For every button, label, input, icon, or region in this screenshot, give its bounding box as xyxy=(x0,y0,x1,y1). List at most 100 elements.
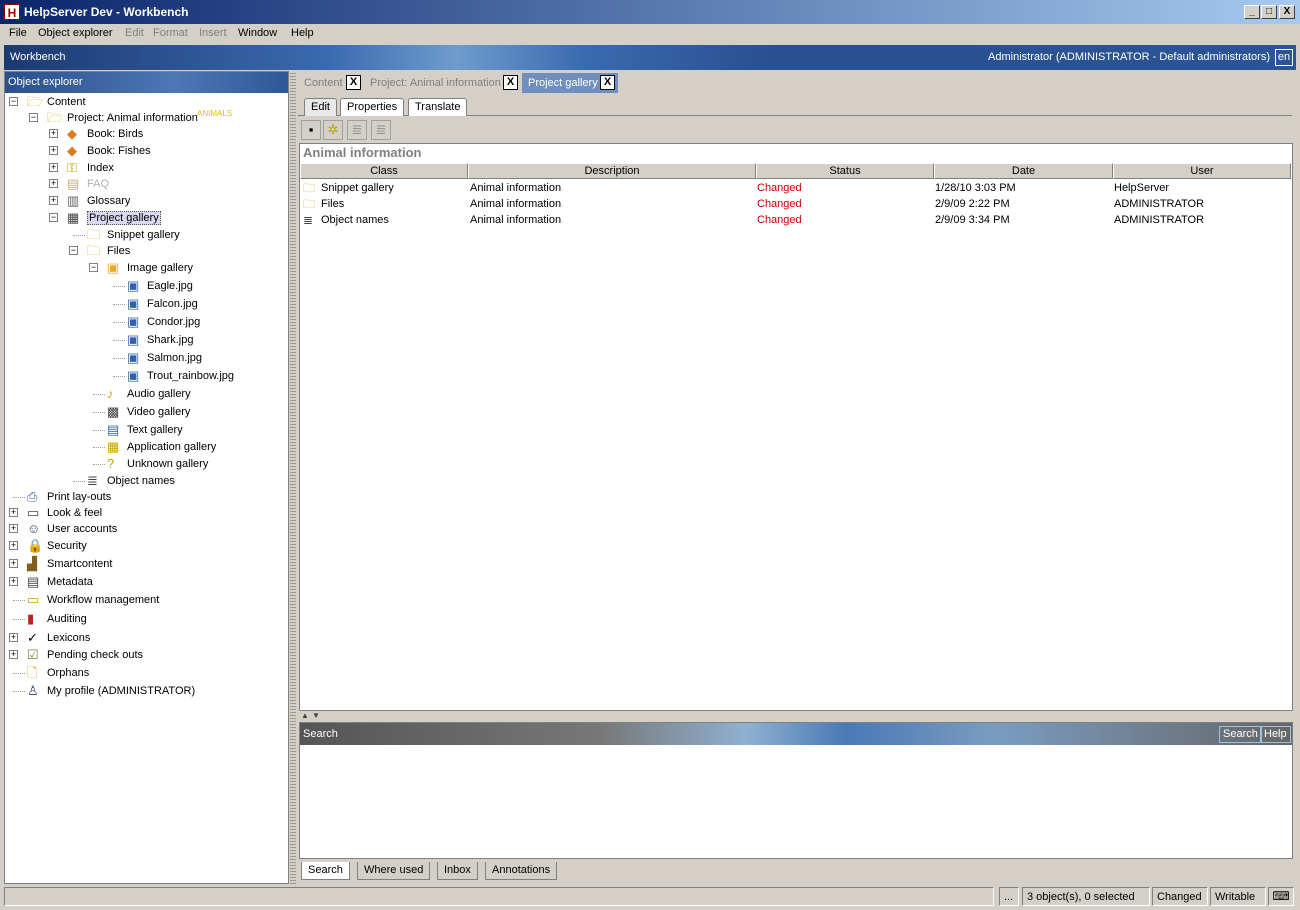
menu-insert[interactable]: Insert xyxy=(199,27,227,39)
language-button[interactable]: en xyxy=(1275,49,1293,66)
tab-project-close-icon[interactable]: X xyxy=(503,75,518,90)
expand-icon[interactable]: + xyxy=(49,163,58,172)
collapse-icon[interactable]: − xyxy=(69,246,78,255)
minimize-button[interactable]: _ xyxy=(1244,5,1260,19)
vertical-splitter[interactable] xyxy=(290,71,296,884)
tree-item[interactable]: + ☑ Pending check outs xyxy=(5,647,285,664)
tab-translate[interactable]: Translate xyxy=(408,98,468,116)
workbench-header: Workbench Administrator (ADMINISTRATOR -… xyxy=(4,45,1296,70)
tab-search[interactable]: Search xyxy=(301,862,350,880)
expand-icon[interactable]: + xyxy=(9,524,18,533)
expand-icon[interactable]: + xyxy=(9,577,18,586)
expand-icon[interactable]: + xyxy=(9,633,18,642)
tree-item[interactable]: ♙ My profile (ADMINISTRATOR) xyxy=(5,683,285,700)
tree-item[interactable]: − 🗀 Files xyxy=(5,243,285,260)
tree-item[interactable]: ? Unknown gallery xyxy=(5,456,285,473)
expand-icon[interactable]: + xyxy=(9,541,18,550)
tree-item[interactable]: ▮ Auditing xyxy=(5,611,285,628)
tab-project-gallery-close-icon[interactable]: X xyxy=(600,75,615,90)
tree-item[interactable]: + ▤ FAQ xyxy=(5,176,285,193)
tree-item[interactable]: ⎙ Print lay-outs xyxy=(5,489,285,506)
tree-item[interactable]: + ▟ Smartcontent xyxy=(5,556,285,573)
menu-edit[interactable]: Edit xyxy=(125,27,144,39)
tree-item[interactable]: ▣ Salmon.jpg xyxy=(5,350,285,367)
expand-icon[interactable]: + xyxy=(49,146,58,155)
tab-edit[interactable]: Edit xyxy=(304,98,337,116)
help-button[interactable]: Help xyxy=(1260,726,1291,743)
expand-icon[interactable]: + xyxy=(9,508,18,517)
tree-item[interactable]: ▣ Falcon.jpg xyxy=(5,296,285,313)
tree-item[interactable]: + ☺ User accounts xyxy=(5,521,285,538)
outdent-icon[interactable]: ≣ xyxy=(347,120,367,140)
tree-item[interactable]: + ▭ Look & feel xyxy=(5,505,285,522)
tree-item[interactable]: + ◆ Book: Fishes xyxy=(5,143,285,160)
tab-content-close-icon[interactable]: X xyxy=(346,75,361,90)
search-button[interactable]: Search xyxy=(1219,726,1262,743)
menu-help[interactable]: Help xyxy=(291,27,314,39)
column-header-class[interactable]: Class xyxy=(300,163,468,179)
tree-item[interactable]: ▤ Text gallery xyxy=(5,422,285,439)
tree-item[interactable]: − ▣ Image gallery xyxy=(5,260,285,277)
maximize-button[interactable]: □ xyxy=(1261,5,1277,19)
tree-item[interactable]: + ◆ Book: Birds xyxy=(5,126,285,143)
column-header-user[interactable]: User xyxy=(1113,163,1291,179)
expand-icon[interactable]: + xyxy=(49,179,58,188)
tree-item[interactable]: ▣ Trout_rainbow.jpg xyxy=(5,368,285,385)
tree-item[interactable]: ▦ Application gallery xyxy=(5,439,285,456)
tree-item-label: Project: Animal information xyxy=(67,112,198,124)
tree-item[interactable]: ▣ Eagle.jpg xyxy=(5,278,285,295)
table-row[interactable]: 🗀 Snippet gallery Animal information Change… xyxy=(300,180,1292,196)
tree-item[interactable]: ▣ Shark.jpg xyxy=(5,332,285,349)
tab-properties[interactable]: Properties xyxy=(340,98,405,116)
menu-file[interactable]: File xyxy=(9,27,27,39)
collapse-icon[interactable]: − xyxy=(9,97,18,106)
tree-item[interactable]: − 🗁 Project: Animal information ANIMALS xyxy=(5,109,285,127)
image-file-icon: ▣ xyxy=(127,332,140,347)
tree-item[interactable]: 🗀 Snippet gallery xyxy=(5,227,285,244)
tree-item[interactable]: ▭ Workflow management xyxy=(5,592,285,609)
close-button[interactable]: X xyxy=(1279,5,1295,19)
collapse-up-icon[interactable]: ▲ xyxy=(301,711,309,720)
refresh-icon[interactable]: ✲ xyxy=(323,120,343,140)
menu-object-explorer[interactable]: Object explorer xyxy=(38,27,113,39)
status-ellipsis-button[interactable]: ... xyxy=(999,887,1019,906)
toolbar: ▪ ✲ ≣ ≣ xyxy=(298,118,1292,142)
collapse-icon[interactable]: − xyxy=(29,113,38,122)
tab-inbox[interactable]: Inbox xyxy=(437,862,478,880)
expand-icon[interactable]: + xyxy=(49,129,58,138)
menu-window[interactable]: Window xyxy=(238,27,277,39)
column-header-date[interactable]: Date xyxy=(934,163,1113,179)
expand-icon[interactable]: + xyxy=(9,559,18,568)
search-panel-header: Search Search Help xyxy=(300,723,1292,745)
tree-item[interactable]: ▣ Condor.jpg xyxy=(5,314,285,331)
tree-item[interactable]: + ▤ Metadata xyxy=(5,574,285,591)
table-row[interactable]: ≣ Object names Animal information Changed 2/… xyxy=(300,212,1292,228)
tree-item[interactable]: + ✓ Lexicons xyxy=(5,630,285,647)
expand-icon[interactable]: + xyxy=(49,196,58,205)
column-header-status[interactable]: Status xyxy=(756,163,934,179)
tree-item[interactable]: ≣ Object names xyxy=(5,473,285,490)
tree-item[interactable]: ▩ Video gallery xyxy=(5,404,285,421)
keyboard-icon[interactable]: ⌨ xyxy=(1268,887,1294,906)
tab-annotations[interactable]: Annotations xyxy=(485,862,558,880)
tree-item[interactable]: ♪ Audio gallery xyxy=(5,386,285,403)
tab-where-used[interactable]: Where used xyxy=(357,862,431,880)
tree-item[interactable]: + 🔒 Security xyxy=(5,538,285,555)
collapse-icon[interactable]: − xyxy=(49,213,58,222)
tree-item[interactable]: − 🗁 Content xyxy=(5,94,285,111)
tree-item[interactable]: 🗋 Orphans xyxy=(5,665,285,682)
column-header-description[interactable]: Description xyxy=(468,163,756,179)
expand-icon[interactable]: + xyxy=(9,650,18,659)
collapse-down-icon[interactable]: ▼ xyxy=(312,711,320,720)
tree-item[interactable]: + ▥ Glossary xyxy=(5,193,285,210)
cell-description: Animal information xyxy=(470,182,562,194)
horizontal-splitter[interactable]: ▲ ▼ xyxy=(299,711,1293,721)
menu-format[interactable]: Format xyxy=(153,27,188,39)
save-icon[interactable]: ▪ xyxy=(301,120,321,140)
table-row[interactable]: 🗀 Files Animal information Changed 2/9/09 2:… xyxy=(300,196,1292,212)
collapse-icon[interactable]: − xyxy=(89,263,98,272)
indent-icon[interactable]: ≣ xyxy=(371,120,391,140)
tree-item[interactable]: + ⚿ Index xyxy=(5,160,285,177)
tree-item[interactable]: − ▦ Project gallery xyxy=(5,210,285,227)
title-bar[interactable]: H HelpServer Dev - Workbench _ □ X xyxy=(0,0,1300,24)
